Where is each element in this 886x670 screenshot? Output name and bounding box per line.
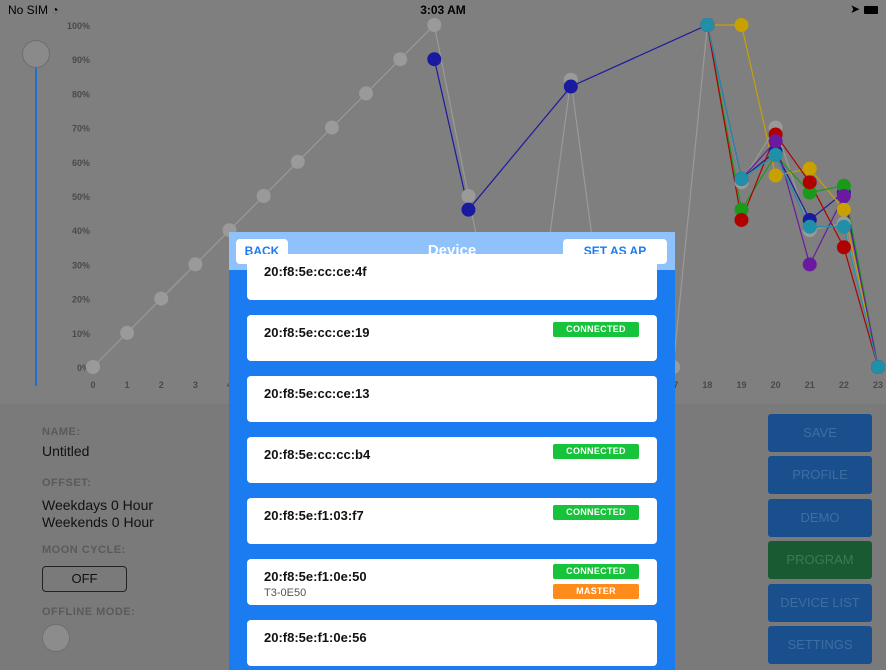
name-label: NAME: bbox=[42, 426, 81, 438]
master-badge: MASTER bbox=[553, 584, 639, 599]
y-tick-label: 100% bbox=[67, 21, 90, 31]
series-line bbox=[706, 24, 879, 368]
device-card[interactable]: 20:f8:5e:cc:ce:19 CONNECTED bbox=[247, 315, 657, 361]
offline-mode-label: OFFLINE MODE: bbox=[42, 606, 136, 618]
series-line bbox=[706, 24, 879, 368]
device-card[interactable]: 20:f8:5e:f1:0e:50 T3-0E50 CONNECTED MAST… bbox=[247, 559, 657, 605]
y-tick-label: 90% bbox=[72, 55, 90, 65]
y-tick-label: 60% bbox=[72, 158, 90, 168]
y-tick-label: 30% bbox=[72, 260, 90, 270]
device-mac: 20:f8:5e:cc:ce:4f bbox=[264, 264, 367, 279]
data-point bbox=[836, 240, 851, 255]
data-point bbox=[393, 52, 408, 67]
data-point bbox=[836, 202, 851, 217]
x-tick-label: 23 bbox=[873, 380, 883, 390]
y-tick-label: 50% bbox=[72, 192, 90, 202]
y-tick-label: 20% bbox=[72, 295, 90, 305]
data-point bbox=[120, 325, 135, 340]
device-mac: 20:f8:5e:f1:0e:50 bbox=[264, 569, 367, 584]
brightness-slider-track[interactable] bbox=[35, 56, 37, 386]
device-modal: BACK Device SET AS AP 20:f8:5e:cc:ce:4f … bbox=[229, 232, 675, 670]
device-mac: 20:f8:5e:cc:ce:13 bbox=[264, 386, 370, 401]
data-point bbox=[734, 212, 749, 227]
device-card[interactable]: 20:f8:5e:f1:03:f7 CONNECTED bbox=[247, 498, 657, 544]
connected-badge: CONNECTED bbox=[553, 322, 639, 337]
data-point bbox=[802, 219, 817, 234]
offset-label: OFFSET: bbox=[42, 477, 92, 489]
profile-button[interactable]: PROFILE bbox=[768, 456, 872, 494]
device-mac: 20:f8:5e:f1:03:f7 bbox=[264, 508, 364, 523]
data-point bbox=[871, 360, 885, 374]
series-line bbox=[706, 24, 879, 368]
status-time: 3:03 AM bbox=[420, 3, 466, 17]
data-point bbox=[461, 189, 476, 203]
series-line bbox=[707, 24, 879, 368]
data-point bbox=[256, 189, 271, 203]
connected-badge: CONNECTED bbox=[553, 505, 639, 520]
data-point bbox=[324, 120, 339, 135]
data-point bbox=[427, 18, 442, 32]
location-arrow-icon: ➤ bbox=[849, 2, 860, 16]
device-list[interactable]: 20:f8:5e:cc:ce:4f 20:f8:5e:cc:ce:19 CONN… bbox=[229, 254, 675, 670]
x-tick-label: 2 bbox=[159, 380, 164, 390]
offset-weekends: Weekends 0 Hour bbox=[42, 514, 154, 530]
status-bar: No SIM ◔ 3:03 AM ➤ bbox=[0, 0, 886, 20]
data-point bbox=[290, 154, 305, 169]
demo-button[interactable]: DEMO bbox=[768, 499, 872, 537]
data-point bbox=[802, 161, 817, 176]
x-tick-label: 0 bbox=[90, 380, 95, 390]
connected-badge: CONNECTED bbox=[553, 564, 639, 579]
settings-button[interactable]: SETTINGS bbox=[768, 626, 872, 664]
x-tick-label: 19 bbox=[736, 380, 746, 390]
data-point bbox=[154, 291, 169, 306]
data-point bbox=[188, 257, 203, 272]
data-point bbox=[802, 175, 817, 190]
device-mac: 20:f8:5e:f1:0e:56 bbox=[264, 630, 367, 645]
data-point bbox=[563, 79, 578, 94]
brightness-slider-knob[interactable] bbox=[22, 40, 50, 68]
data-point bbox=[734, 171, 749, 186]
device-card[interactable]: 20:f8:5e:f1:0e:56 bbox=[247, 620, 657, 666]
data-point bbox=[836, 219, 851, 234]
data-point bbox=[802, 257, 817, 272]
x-tick-label: 22 bbox=[839, 380, 849, 390]
offset-weekdays: Weekdays 0 Hour bbox=[42, 497, 154, 513]
moon-cycle-toggle[interactable]: OFF bbox=[42, 566, 127, 592]
x-tick-label: 21 bbox=[805, 380, 815, 390]
device-mac: 20:f8:5e:cc:cc:b4 bbox=[264, 447, 371, 462]
moon-cycle-label: MOON CYCLE: bbox=[42, 544, 126, 556]
battery-icon bbox=[864, 5, 878, 14]
device-list-button[interactable]: DEVICE LIST bbox=[768, 584, 872, 622]
name-value: Untitled bbox=[42, 443, 90, 459]
device-mac: 20:f8:5e:cc:ce:19 bbox=[264, 325, 370, 340]
device-card[interactable]: 20:f8:5e:cc:cc:b4 CONNECTED bbox=[247, 437, 657, 483]
data-point bbox=[427, 52, 442, 67]
x-tick-label: 1 bbox=[125, 380, 130, 390]
connected-badge: CONNECTED bbox=[553, 444, 639, 459]
offline-mode-switch[interactable] bbox=[42, 624, 70, 652]
data-point bbox=[836, 189, 851, 203]
data-point bbox=[86, 360, 100, 374]
x-tick-label: 3 bbox=[193, 380, 198, 390]
data-point bbox=[768, 168, 783, 183]
series-line bbox=[706, 24, 879, 368]
data-point bbox=[461, 202, 476, 217]
data-point bbox=[700, 18, 715, 32]
device-card[interactable]: 20:f8:5e:cc:ce:4f bbox=[247, 254, 657, 300]
x-tick-label: 20 bbox=[771, 380, 781, 390]
x-tick-label: 18 bbox=[702, 380, 712, 390]
data-point bbox=[359, 86, 374, 101]
y-tick-label: 80% bbox=[72, 89, 90, 99]
data-point bbox=[768, 147, 783, 162]
data-point bbox=[734, 18, 749, 32]
data-point bbox=[768, 134, 783, 149]
y-tick-label: 40% bbox=[72, 226, 90, 236]
y-tick-label: 10% bbox=[72, 329, 90, 339]
y-tick-label: 70% bbox=[72, 124, 90, 134]
save-button[interactable]: SAVE bbox=[768, 414, 872, 452]
device-subtitle: T3-0E50 bbox=[264, 587, 307, 599]
program-button[interactable]: PROGRAM bbox=[768, 541, 872, 579]
device-card[interactable]: 20:f8:5e:cc:ce:13 bbox=[247, 376, 657, 422]
